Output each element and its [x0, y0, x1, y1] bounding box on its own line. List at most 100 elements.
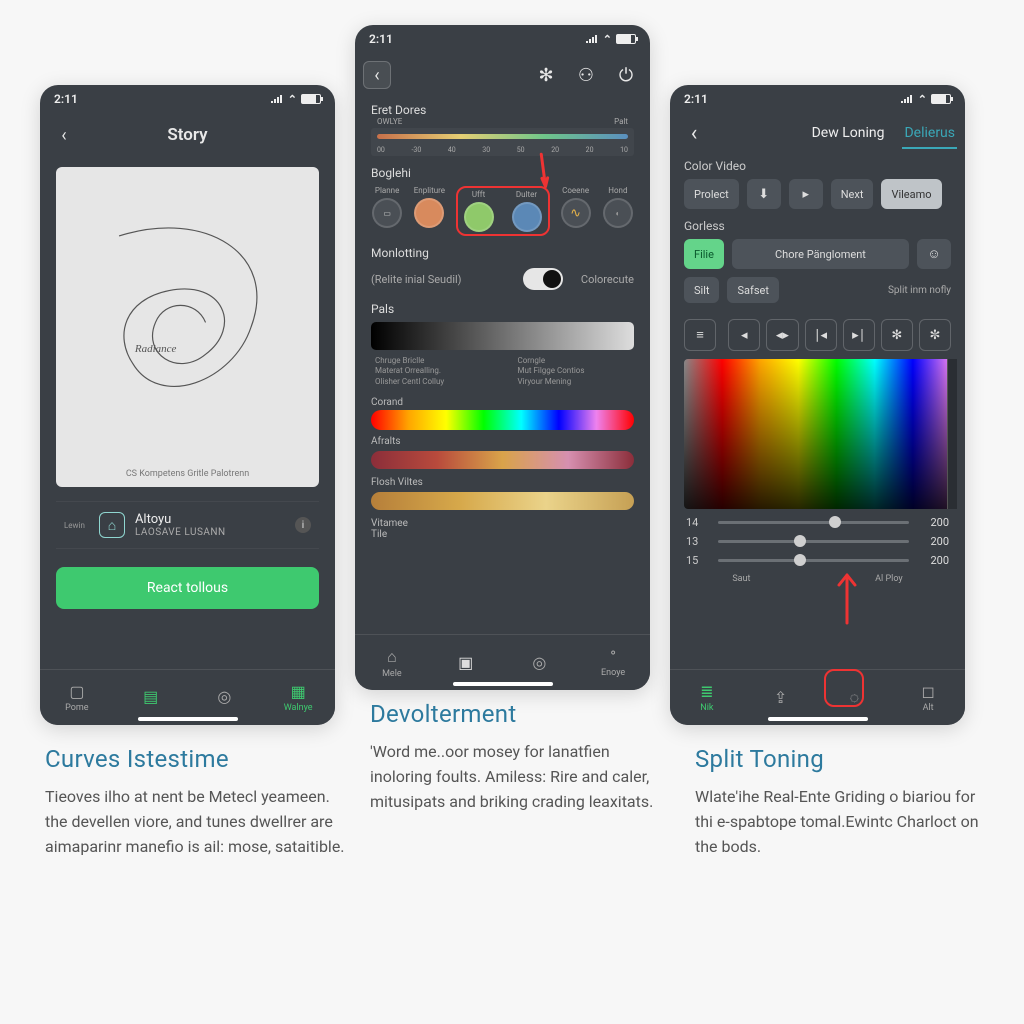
slider-3[interactable]: 15 200 — [670, 551, 965, 570]
canvas-caption: CS Kompetens Gritle Palotrenn — [126, 469, 249, 479]
home-indicator — [138, 717, 238, 721]
navbar: ‹ Story — [40, 113, 335, 157]
gradnote-right: Corngle Mut Filgge Contios Viryour Menin… — [518, 356, 631, 387]
hue-bar-vitanse[interactable] — [371, 492, 634, 510]
navbar: ‹ ✻ ⚇ ⏻ — [355, 53, 650, 97]
hue-bar-corand[interactable] — [371, 410, 634, 430]
wifi-icon: ⌃ — [603, 33, 612, 46]
section-flosh: Flosh Viltes — [355, 473, 650, 488]
tab-enoye[interactable]: °Enoye — [576, 635, 650, 690]
pill-row-2: Filie Chore Pängloment ☺ — [684, 239, 951, 269]
tab-home[interactable]: ▢Pome — [40, 670, 114, 725]
settings-icon[interactable]: ✼ — [919, 319, 951, 351]
tab-label: Alt — [923, 703, 934, 713]
preset-ufft[interactable]: Ufft — [460, 190, 498, 232]
home-icon: ⌂ — [387, 647, 397, 667]
pill-file[interactable]: Filie — [684, 239, 724, 269]
monlotting-toggle[interactable] — [523, 268, 563, 290]
tab-mele[interactable]: ⌂Mele — [355, 635, 429, 690]
preset-planne[interactable]: Planne▭ — [371, 186, 403, 228]
pill-chore[interactable]: Chore Pängloment — [732, 239, 909, 269]
drawing-canvas[interactable]: Radiance CS Kompetens Gritle Palotrenn — [56, 167, 319, 487]
tab-dew-loning[interactable]: Dew Loning — [810, 117, 887, 149]
screen-title: Story — [40, 125, 335, 145]
slider-value: 200 — [919, 535, 949, 548]
tab-delierus[interactable]: Delierus — [902, 117, 957, 149]
tone-ruler[interactable]: 00 -30 40 30 50 20 20 10 — [371, 128, 634, 156]
list-icon[interactable]: ≡ — [684, 319, 716, 351]
ruler-head: OWLYE Palt — [355, 117, 650, 126]
battery-icon — [301, 94, 321, 104]
back-icon[interactable]: ‹ — [363, 61, 391, 89]
chip-label: Planne — [375, 186, 399, 195]
info-row[interactable]: Lewin ⌂ Altoyu LAOSAVE LUSANN i — [56, 501, 319, 549]
section-pals: Pals — [355, 296, 650, 318]
info-name: Altoyu — [135, 512, 226, 527]
gradnote-left: Chruge Briclle Materat Orrealling. Olish… — [375, 356, 488, 387]
section-monlotting: Monlotting — [355, 240, 650, 262]
tab-label: Nik — [700, 703, 713, 713]
phone-devolterment: 2:11 ⌃ ‹ ✻ ⚇ ⏻ Eret Dores OWLYE Palt 00 … — [355, 25, 650, 690]
tick: 50 — [517, 146, 525, 154]
tick: 20 — [586, 146, 594, 154]
status-bar: 2:11 ⌃ — [670, 85, 965, 113]
info-icon[interactable]: i — [295, 517, 311, 533]
skip-fwd-icon[interactable]: ▸∣ — [843, 319, 875, 351]
info-sidelabel: Lewin — [64, 521, 85, 530]
slabel-left: Saut — [732, 574, 750, 584]
gear-icon[interactable]: ✻ — [530, 59, 562, 91]
preset-enpliture[interactable]: Enpliture — [413, 186, 445, 228]
dot-icon: ◐ — [603, 198, 633, 228]
download-icon[interactable]: ⬇ — [747, 179, 781, 209]
preset-coeene[interactable]: Coeene∿ — [560, 186, 592, 228]
back-icon[interactable]: ‹ — [678, 117, 710, 149]
prev-icon[interactable]: ◂ — [728, 319, 760, 351]
caption-curves: Curves Istestime Tieoves ilho at nent be… — [45, 745, 345, 859]
person-icon: ◻ — [921, 682, 934, 701]
tab-nik[interactable]: ≣Nik — [670, 670, 744, 725]
clock: 2:11 — [369, 32, 393, 46]
pill-prolect[interactable]: Prolect — [684, 179, 739, 209]
power-icon[interactable]: ⏻ — [610, 59, 642, 91]
person-icon: ° — [610, 647, 616, 666]
gear-icon[interactable]: ✻ — [881, 319, 913, 351]
emoji-icon[interactable]: ☺ — [917, 239, 951, 269]
value-strip[interactable] — [947, 359, 957, 509]
annotation-arrow-icon — [830, 565, 864, 625]
play-icon[interactable]: ▸ — [789, 179, 823, 209]
pill-next[interactable]: Next — [831, 179, 874, 209]
slider-label: 14 — [686, 516, 708, 529]
skip-back-icon[interactable]: ∣◂ — [805, 319, 837, 351]
primary-cta-button[interactable]: React tollous — [56, 567, 319, 609]
clock: 2:11 — [54, 92, 78, 106]
slider-value: 200 — [919, 554, 949, 567]
home-indicator — [453, 682, 553, 686]
tick: -30 — [411, 146, 421, 154]
grayscale-gradient[interactable] — [371, 322, 634, 350]
caption-body: Wlate'ihe Real-Ente Griding o biariou fo… — [695, 785, 995, 859]
tab-alt[interactable]: ◻ Alt — [891, 670, 965, 725]
tab-walnye[interactable]: ▦Walnye — [261, 670, 335, 725]
tick: 40 — [448, 146, 456, 154]
person-icon[interactable]: ⚇ — [570, 59, 602, 91]
section-vitanse: Vitamee — [355, 514, 650, 529]
image-icon: ▤ — [143, 687, 158, 706]
pill-silt[interactable]: Silt — [684, 277, 719, 303]
slider-footer-labels: Saut Al Ploy — [670, 570, 965, 584]
tab-label: Walnye — [284, 703, 313, 713]
pill-satset[interactable]: Safset — [727, 277, 778, 303]
pill-vileamo[interactable]: Vileamo — [881, 179, 941, 209]
slider-2[interactable]: 13 200 — [670, 532, 965, 551]
preset-row: Planne▭ Enpliture Ufft Dulter Coeene∿ Ho… — [355, 182, 650, 240]
phone-story: 2:11 ⌃ ‹ Story Radiance CS Kompetens Gri… — [40, 85, 335, 725]
step-back-icon[interactable]: ◂▸ — [766, 319, 798, 351]
color-field[interactable] — [684, 359, 951, 509]
tab-label: Pome — [65, 703, 88, 713]
home-indicator — [768, 717, 868, 721]
back-icon[interactable]: ‹ — [48, 119, 80, 151]
slider-1[interactable]: 14 200 — [670, 513, 965, 532]
split-label: Split inm nofly — [888, 285, 951, 296]
home-icon: ⌂ — [99, 512, 125, 538]
preset-hond[interactable]: Hond◐ — [602, 186, 634, 228]
hue-bar-atalts[interactable] — [371, 451, 634, 469]
